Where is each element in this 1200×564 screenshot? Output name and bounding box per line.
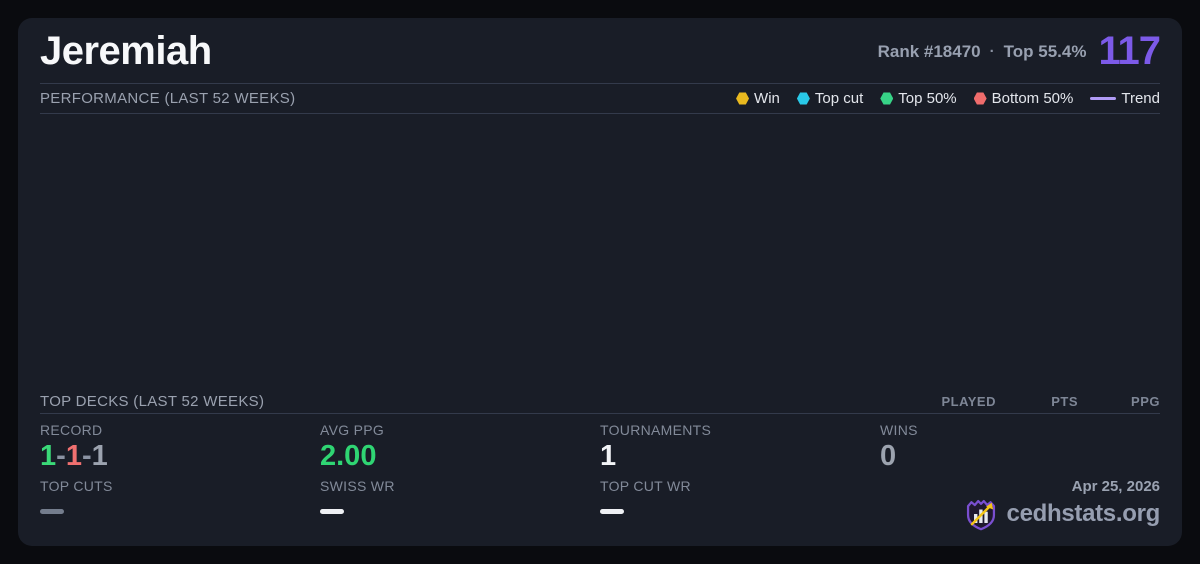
stats-row-2: TOP CUTS SWISS WR TOP CUT WR Apr 25, 202…: [40, 478, 1160, 532]
card-footer: Apr 25, 2026 cedhstats.org: [880, 478, 1160, 532]
legend-label: Trend: [1121, 90, 1160, 107]
top-50-dot-icon: [880, 92, 893, 105]
top-cuts-label: TOP CUTS: [40, 478, 320, 494]
column-header-pts: PTS: [996, 394, 1078, 409]
top-decks-column-headers: PLAYED PTS PPG: [914, 394, 1160, 409]
stat-top-cut-wr: TOP CUT WR: [600, 478, 880, 532]
win-dot-icon: [736, 92, 749, 105]
legend-label: Bottom 50%: [992, 90, 1074, 107]
brand-wordmark: cedhstats.org: [1007, 500, 1160, 528]
top-cut-wr-label: TOP CUT WR: [600, 478, 880, 494]
date-label: Apr 25, 2026: [1072, 478, 1160, 495]
legend-item-top-cut: Top cut: [797, 90, 863, 107]
stat-wins: WINS 0: [880, 422, 1160, 471]
legend-label: Win: [754, 90, 780, 107]
stat-top-cuts: TOP CUTS: [40, 478, 320, 532]
swiss-wr-label: SWISS WR: [320, 478, 600, 494]
tournaments-value: 1: [600, 441, 880, 471]
legend-label: Top cut: [815, 90, 863, 107]
top-decks-header: TOP DECKS (LAST 52 WEEKS) PLAYED PTS PPG: [40, 390, 1160, 414]
stats-row-1: RECORD 1-1-1 AVG PPG 2.00 TOURNAMENTS 1 …: [40, 422, 1160, 471]
rank-summary: Rank #18470 · Top 55.4%: [878, 42, 1087, 62]
rank-area: Rank #18470 · Top 55.4% 117: [878, 29, 1160, 74]
avg-ppg-label: AVG PPG: [320, 422, 600, 438]
dot-separator: ·: [990, 43, 995, 60]
top-cut-wr-value: [600, 509, 624, 514]
legend-label: Top 50%: [898, 90, 956, 107]
player-score: 117: [1098, 29, 1160, 74]
performance-section-title: PERFORMANCE (LAST 52 WEEKS): [40, 90, 295, 107]
record-wins: 1: [40, 440, 56, 472]
trend-line-icon: [1090, 97, 1116, 100]
stat-avg-ppg: AVG PPG 2.00: [320, 422, 600, 471]
chart-legend: Win Top cut Top 50% Bottom 50% Trend: [736, 90, 1160, 107]
bottom-50-dot-icon: [974, 92, 987, 105]
record-separator: -: [56, 440, 66, 472]
top-cuts-value: [40, 509, 64, 514]
rank-label: Rank #18470: [878, 42, 981, 62]
legend-item-top-50: Top 50%: [880, 90, 956, 107]
performance-header: PERFORMANCE (LAST 52 WEEKS) Win Top cut …: [40, 84, 1160, 114]
stat-tournaments: TOURNAMENTS 1: [600, 422, 880, 471]
wins-value: 0: [880, 441, 1160, 471]
top-decks-section-title: TOP DECKS (LAST 52 WEEKS): [40, 393, 264, 410]
legend-item-trend: Trend: [1090, 90, 1160, 107]
stats-section: RECORD 1-1-1 AVG PPG 2.00 TOURNAMENTS 1 …: [40, 414, 1160, 546]
wins-label: WINS: [880, 422, 1160, 438]
record-losses: 1: [66, 440, 82, 472]
brand-row: cedhstats.org: [963, 496, 1160, 532]
stat-swiss-wr: SWISS WR: [320, 478, 600, 532]
avg-ppg-value: 2.00: [320, 441, 600, 471]
legend-item-win: Win: [736, 90, 780, 107]
stat-record: RECORD 1-1-1: [40, 422, 320, 471]
tournaments-label: TOURNAMENTS: [600, 422, 880, 438]
top-cut-dot-icon: [797, 92, 810, 105]
page-title: Jeremiah: [40, 29, 212, 74]
card-header: Jeremiah Rank #18470 · Top 55.4% 117: [40, 18, 1160, 84]
column-header-ppg: PPG: [1078, 394, 1160, 409]
record-separator: -: [82, 440, 92, 472]
record-label: RECORD: [40, 422, 320, 438]
top-percent-label: Top 55.4%: [1004, 42, 1087, 62]
record-draws: 1: [92, 440, 108, 472]
player-stats-card: Jeremiah Rank #18470 · Top 55.4% 117 PER…: [18, 18, 1182, 546]
legend-item-bottom-50: Bottom 50%: [974, 90, 1074, 107]
cedhstats-shield-logo-icon: [963, 496, 999, 532]
column-header-played: PLAYED: [914, 394, 996, 409]
record-value: 1-1-1: [40, 441, 320, 471]
swiss-wr-value: [320, 509, 344, 514]
performance-chart-plot-area: [40, 114, 1160, 390]
